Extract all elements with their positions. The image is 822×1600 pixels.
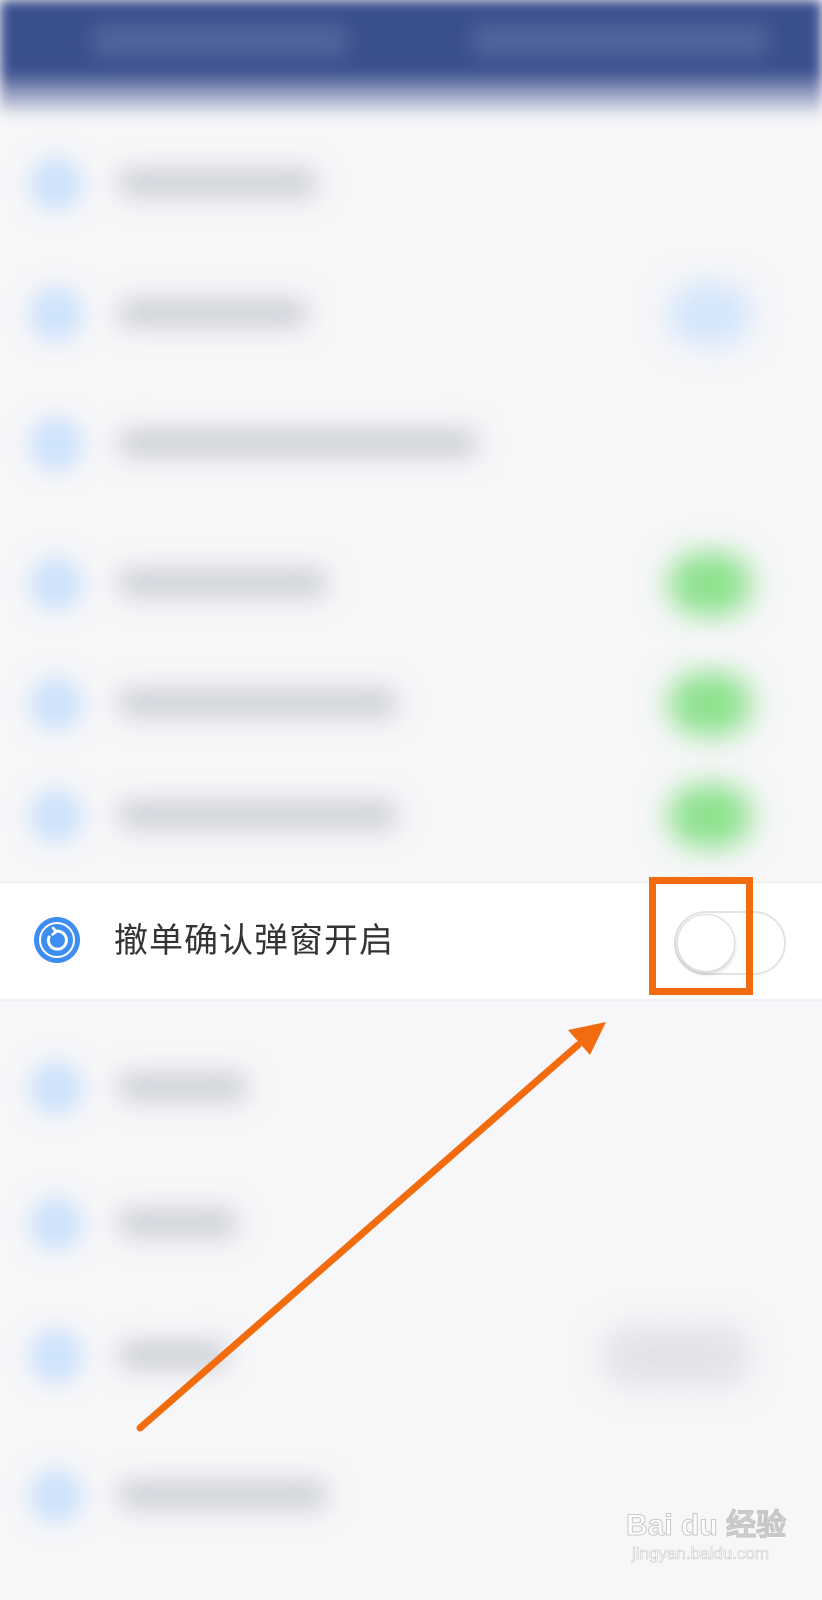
blurred-row [0, 760, 822, 870]
blurred-row-icon [28, 156, 84, 212]
watermark-logo: Bai du 经验 [625, 1509, 787, 1543]
blurred-row [0, 648, 822, 758]
blurred-row-text [118, 428, 478, 458]
blurred-row-text [118, 568, 328, 598]
blurred-row-icon [28, 556, 84, 612]
blurred-row-icon [28, 416, 84, 472]
blurred-row-icon [28, 788, 84, 844]
blurred-row-icon [28, 1328, 84, 1384]
blurred-row-text [118, 688, 398, 718]
blurred-row-text [118, 1072, 248, 1102]
blurred-row-toggle [668, 672, 752, 736]
blurred-row-text [118, 1480, 328, 1510]
blurred-settings-list [0, 0, 822, 1600]
blurred-row [0, 1032, 822, 1142]
blurred-row [0, 128, 822, 238]
blurred-row [0, 1300, 822, 1410]
blurred-row-toggle [668, 552, 752, 616]
annotation-highlight-box [649, 877, 753, 995]
blurred-row [0, 1168, 822, 1278]
blurred-row-icon [28, 1196, 84, 1252]
blurred-row-icon [28, 1060, 84, 1116]
baidu-jingyan-watermark: Bai du 经验 jingyan.baidu.com [625, 1500, 796, 1580]
blurred-row-icon [28, 676, 84, 732]
blurred-row-text [118, 800, 398, 830]
blurred-row-text [118, 298, 308, 328]
setting-label: 撤单确认弹窗开启 [114, 921, 394, 961]
refresh-icon [34, 917, 80, 963]
blurred-row-icon [28, 286, 84, 342]
watermark-url: jingyan.baidu.com [632, 1544, 770, 1564]
blurred-row-control [668, 282, 752, 346]
blurred-row [0, 258, 822, 368]
blurred-row [0, 528, 822, 638]
blurred-row-toggle [668, 784, 752, 848]
blurred-row [0, 388, 822, 498]
blurred-row-icon [28, 1468, 84, 1524]
blurred-row-control [602, 1324, 752, 1388]
blurred-row-text [118, 1340, 228, 1370]
blurred-row-text [118, 168, 318, 198]
settings-screen: 撤单确认弹窗开启 Bai du 经验 jingyan.baidu.com [0, 0, 822, 1600]
blurred-row-text [118, 1208, 238, 1238]
